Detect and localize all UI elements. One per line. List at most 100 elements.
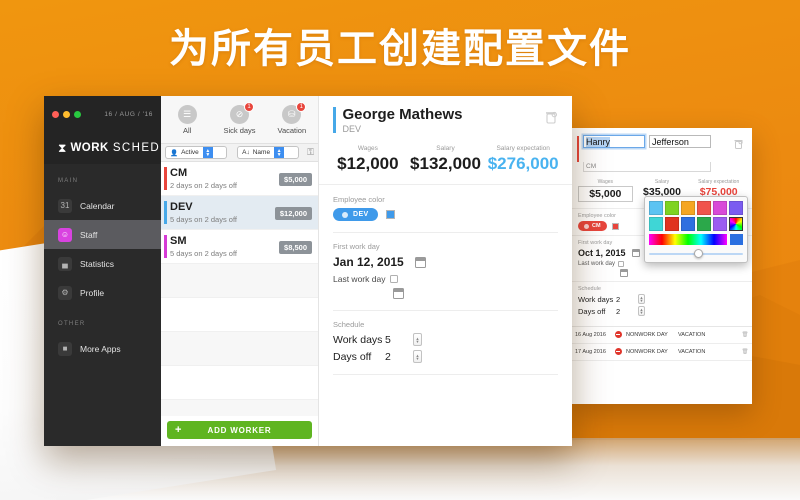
employee-color-pill[interactable]: DEV: [333, 208, 378, 221]
trash-icon[interactable]: 🗑: [738, 332, 752, 338]
bar-chart-icon: ▄: [58, 256, 72, 271]
stat-salary-label: Salary: [654, 179, 670, 185]
worker-full-name: George Mathews: [342, 106, 463, 123]
color-swatch[interactable]: [697, 217, 711, 231]
first-work-day-value[interactable]: Jan 12, 2015: [333, 255, 404, 269]
table-row[interactable]: 17 Aug 2016 NONWORK DAY VACATION 🗑: [570, 344, 752, 361]
worker-color-bar: [164, 201, 167, 224]
close-button[interactable]: [52, 110, 59, 118]
work-days-stepper[interactable]: ▲ ▼: [413, 333, 422, 346]
tab-vacation[interactable]: ⛁ 1 Vacation: [266, 96, 318, 143]
brightness-slider[interactable]: [649, 249, 743, 258]
calendar-icon[interactable]: [631, 249, 640, 257]
tab-sick-days[interactable]: ⊘ 1 Sick days: [213, 96, 265, 143]
calendar-icon[interactable]: [414, 256, 426, 268]
stat-salary-value: $132,000: [410, 154, 481, 173]
color-swatch-button[interactable]: [385, 210, 395, 219]
list-item[interactable]: CM 2 days on 2 days off $5,000: [161, 162, 318, 196]
sidebar-item-label: More Apps: [80, 343, 121, 354]
worker-amount: $5,000: [279, 173, 312, 186]
maximize-button[interactable]: [74, 110, 81, 118]
minimize-button[interactable]: [63, 110, 70, 118]
color-swatch[interactable]: [665, 201, 679, 215]
calendar-icon[interactable]: [620, 269, 628, 277]
sidebar-item-statistics[interactable]: ▄ Statistics: [44, 249, 161, 278]
person-dot-icon: [584, 223, 589, 229]
list-item[interactable]: DEV 5 days on 2 days off $12,000: [161, 196, 318, 230]
trash-icon[interactable]: 🗑: [738, 349, 752, 355]
trash-icon[interactable]: [734, 139, 743, 151]
first-name-field[interactable]: Hanry: [583, 135, 645, 148]
worker-rows: CM 2 days on 2 days off $5,000 DEV 5 day…: [161, 162, 318, 416]
window-controls[interactable]: [52, 110, 81, 118]
last-work-day-row: Last work day: [333, 274, 558, 284]
sidebar-item-staff[interactable]: ☺ Staff: [44, 220, 161, 249]
trash-icon[interactable]: [545, 110, 558, 129]
sidebar-item-label: Calendar: [80, 200, 115, 211]
color-swatch[interactable]: [665, 217, 679, 231]
employee-color-pill[interactable]: CM: [578, 221, 607, 231]
employee-color-pill-label: DEV: [353, 211, 369, 218]
second-window[interactable]: Hanry Jefferson CM Wages $5,000 Salary $…: [570, 128, 752, 404]
last-work-day-checkbox[interactable]: [390, 275, 399, 283]
color-swatch[interactable]: [729, 201, 743, 215]
detail-header: George Mathews DEV: [319, 96, 572, 142]
sidebar-item-calendar[interactable]: 31 Calendar: [44, 191, 161, 220]
days-off-stepper[interactable]: ▲ ▼: [413, 350, 422, 363]
tab-all[interactable]: ☰ All: [161, 96, 213, 143]
calendar-icon[interactable]: [393, 288, 404, 299]
color-picker-popover[interactable]: [644, 196, 748, 263]
slider-knob[interactable]: [694, 249, 704, 258]
sidebar-section-main-title: MAIN: [58, 178, 79, 184]
tab-label: Sick days: [223, 125, 256, 135]
color-swatch[interactable]: [649, 217, 663, 231]
last-work-day-checkbox[interactable]: [618, 261, 625, 267]
suitcase-icon: ⛁ 1: [282, 101, 307, 124]
days-off-stepper[interactable]: ▲ ▼: [638, 306, 645, 316]
row-date: 17 Aug 2016: [575, 349, 606, 355]
color-swatch[interactable]: [713, 201, 727, 215]
sidebar-item-more-apps[interactable]: ■ More Apps: [44, 334, 161, 363]
color-swatch[interactable]: [713, 217, 727, 231]
titlebar: 16 / AUG / '16: [44, 96, 161, 132]
second-window-accent-bar: [577, 136, 579, 162]
main-window[interactable]: 16 / AUG / '16 ⧗ WORK SCHEDULE MAIN 31 C…: [44, 96, 572, 446]
detail-stats: Wages $12,000 Salary $132,000 Salary exp…: [319, 142, 572, 185]
sidebar-item-label: Statistics: [80, 258, 115, 269]
filter-tabs: ☰ All ⊘ 1 Sick days ⛁ 1 Vacation: [161, 96, 318, 144]
worker-name: CM: [170, 167, 188, 179]
add-worker-button[interactable]: + ADD WORKER: [167, 421, 312, 439]
sidebar-item-label: Staff: [80, 229, 98, 240]
last-work-day-picker-row: [578, 269, 744, 277]
table-row[interactable]: 16 Aug 2016 NONWORK DAY VACATION 🗑: [570, 327, 752, 344]
schedule-row: Days off 2 ▲ ▼: [333, 350, 558, 363]
work-days-stepper[interactable]: ▲ ▼: [638, 294, 645, 304]
color-swatch[interactable]: [649, 201, 663, 215]
last-work-day-label: Last work day: [578, 261, 616, 267]
second-window-schedule-section: Schedule Work days 2 ▲ ▼ Days off 2 ▲ ▼: [570, 281, 752, 322]
minus-circle-icon[interactable]: [610, 330, 626, 340]
status-filter-value: Active: [181, 149, 199, 156]
color-spectrum-bar[interactable]: [649, 234, 727, 245]
sidebar-item-profile[interactable]: ⚙ Profile: [44, 278, 161, 307]
detail-body: Employee color DEV First work day Jan 12…: [319, 185, 572, 394]
color-swatch[interactable]: [681, 217, 695, 231]
first-work-day-value[interactable]: Oct 1, 2015: [578, 248, 626, 258]
last-name-field[interactable]: Jefferson: [649, 135, 711, 148]
first-work-day-row: Jan 12, 2015: [333, 255, 558, 269]
status-filter-dropdown[interactable]: 👤 Active ▲ ▼: [165, 146, 227, 159]
list-item[interactable]: SM 5 days on 2 days off $8,500: [161, 230, 318, 264]
unlocked-padlock-icon[interactable]: ⚿: [307, 147, 314, 158]
worker-amount: $8,500: [279, 241, 312, 254]
minus-circle-icon[interactable]: [610, 347, 626, 357]
employee-color-label: Employee color: [333, 195, 385, 204]
color-swatch-button[interactable]: [611, 222, 619, 230]
nonwork-day-table: 16 Aug 2016 NONWORK DAY VACATION 🗑 17 Au…: [570, 326, 752, 361]
stat-wages-label: Wages: [597, 179, 614, 185]
sort-dropdown[interactable]: A↓ Name ▲ ▼: [237, 146, 300, 159]
color-swatch[interactable]: [681, 201, 695, 215]
color-swatch[interactable]: [697, 201, 711, 215]
plus-icon: +: [175, 424, 183, 436]
color-wheel-icon[interactable]: [729, 217, 743, 231]
tab-label: Vacation: [277, 125, 307, 135]
